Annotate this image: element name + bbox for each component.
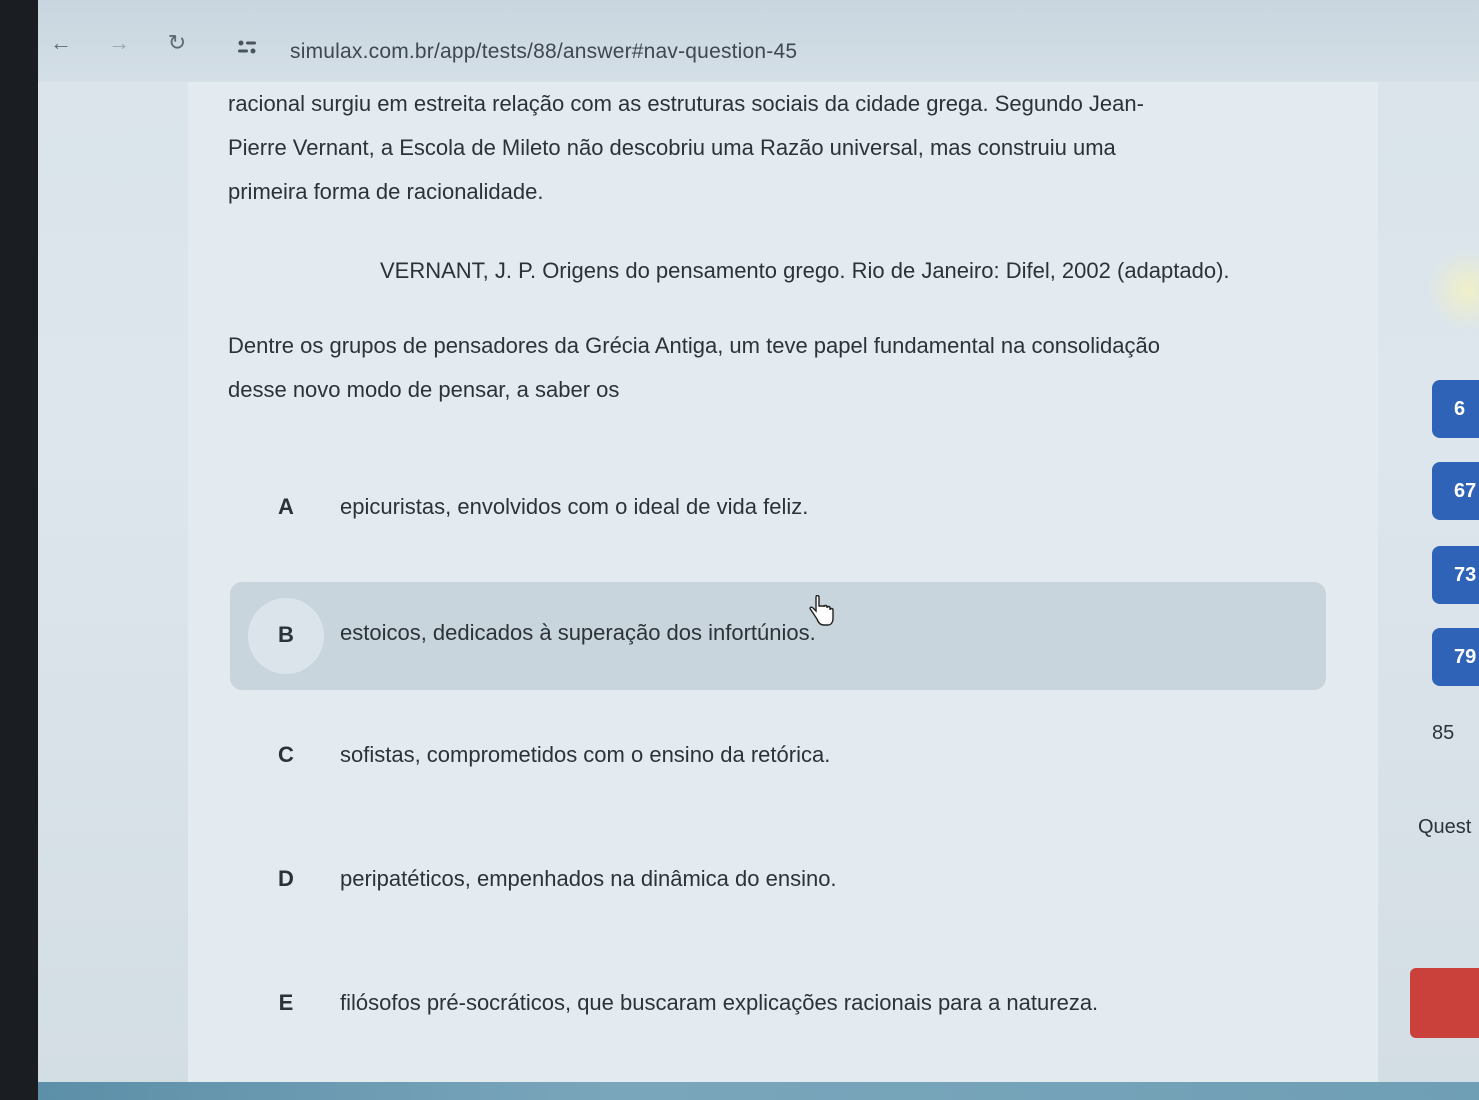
site-settings-icon[interactable] [236, 38, 258, 56]
back-arrow-icon[interactable]: ← [46, 28, 76, 58]
prompt-line: desse novo modo de pensar, a saber os [228, 377, 620, 402]
option-text: sofistas, comprometidos com o ensino da … [340, 742, 831, 767]
option-letter: B [278, 622, 294, 647]
question-line: Pierre Vernant, a Escola de Mileto não d… [228, 135, 1116, 160]
browser-toolbar: ← → ↻ simulax.com.br/app/tests/88/answer… [38, 0, 1479, 82]
question-line: racional surgiu em estreita relação com … [228, 91, 1144, 116]
finish-button[interactable] [1410, 968, 1479, 1038]
option-c[interactable]: C sofistas, comprometidos com o ensino d… [230, 702, 1326, 810]
browser-window: ← → ↻ simulax.com.br/app/tests/88/answer… [38, 0, 1479, 1085]
option-letter: A [278, 494, 294, 519]
questions-section-label: Quest [1418, 816, 1472, 838]
reload-icon[interactable]: ↻ [162, 28, 192, 58]
option-text: estoicos, dedicados à superação dos info… [340, 620, 816, 645]
hint-glow [1426, 250, 1479, 330]
option-d[interactable]: D peripatéticos, empenhados na dinâmica … [230, 826, 1326, 934]
hand-cursor-icon [809, 595, 834, 626]
url-text[interactable]: simulax.com.br/app/tests/88/answer#nav-q… [290, 40, 797, 64]
option-letter: C [278, 742, 294, 767]
option-text: epicuristas, envolvidos com o ideal de v… [340, 494, 809, 519]
question-prompt: Dentre os grupos de pensadores da Grécia… [228, 324, 1336, 412]
forward-arrow-icon[interactable]: → [104, 28, 134, 58]
nav-question-79[interactable]: 79 [1432, 628, 1479, 686]
prompt-line: Dentre os grupos de pensadores da Grécia… [228, 333, 1160, 358]
option-text: filósofos pré-socráticos, que buscaram e… [340, 990, 1099, 1015]
nav-question-85[interactable]: 85 [1432, 722, 1454, 745]
option-letter: E [278, 990, 294, 1015]
option-letter: D [278, 866, 294, 891]
nav-question-73[interactable]: 73 [1432, 546, 1479, 604]
question-text: racional surgiu em estreita relação com … [228, 82, 1336, 214]
option-e[interactable]: E filósofos pré-socráticos, que buscaram… [230, 950, 1326, 1058]
question-line: primeira forma de racionalidade. [228, 179, 544, 204]
nav-question-6[interactable]: 6 [1432, 380, 1479, 438]
nav-question-67[interactable]: 67 [1432, 462, 1479, 520]
option-b[interactable]: B estoicos, dedicados à superação dos in… [230, 582, 1326, 690]
citation: VERNANT, J. P. Origens do pensamento gre… [380, 258, 1230, 283]
taskbar [38, 1082, 1479, 1100]
option-text: peripatéticos, empenhados na dinâmica do… [340, 866, 837, 891]
option-a[interactable]: A epicuristas, envolvidos com o ideal de… [230, 454, 1326, 562]
